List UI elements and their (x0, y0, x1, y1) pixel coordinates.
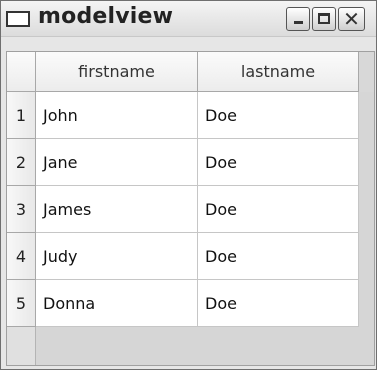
close-icon: ✕ (343, 7, 360, 31)
minimize-icon (294, 21, 303, 24)
cell-lastname[interactable]: Doe (198, 280, 359, 327)
table-row[interactable]: 2 Jane Doe (7, 139, 359, 186)
row-header[interactable]: 2 (7, 139, 36, 186)
cell-firstname[interactable]: James (36, 186, 198, 233)
maximize-button[interactable] (312, 7, 336, 31)
cell-lastname[interactable]: Doe (198, 233, 359, 280)
table-view[interactable]: firstname lastname 1 John Doe 2 Jane Doe… (6, 51, 375, 366)
cell-firstname[interactable]: Jane (36, 139, 198, 186)
column-header-lastname[interactable]: lastname (198, 52, 359, 92)
app-window: modelview ✕ firstname lastname 1 John Do… (0, 0, 377, 370)
row-header[interactable]: 1 (7, 92, 36, 139)
cell-firstname[interactable]: Judy (36, 233, 198, 280)
close-button[interactable]: ✕ (338, 7, 365, 31)
minimize-button[interactable] (286, 7, 310, 31)
row-header[interactable]: 5 (7, 280, 36, 327)
table-row[interactable]: 3 James Doe (7, 186, 359, 233)
cell-lastname[interactable]: Doe (198, 186, 359, 233)
table-row[interactable]: 4 Judy Doe (7, 233, 359, 280)
corner-button[interactable] (7, 52, 36, 92)
table-row[interactable]: 5 Donna Doe (7, 280, 359, 327)
column-header-firstname[interactable]: firstname (36, 52, 198, 92)
cell-lastname[interactable]: Doe (198, 92, 359, 139)
maximize-icon (318, 13, 330, 24)
cell-lastname[interactable]: Doe (198, 139, 359, 186)
cell-firstname[interactable]: Donna (36, 280, 198, 327)
window-title: modelview (38, 4, 174, 29)
cell-firstname[interactable]: John (36, 92, 198, 139)
title-bar[interactable]: modelview ✕ (1, 1, 376, 37)
table-row[interactable]: 1 John Doe (7, 92, 359, 139)
row-header-filler (7, 327, 36, 365)
row-header[interactable]: 3 (7, 186, 36, 233)
horizontal-header: firstname lastname (7, 52, 374, 92)
header-filler (359, 52, 374, 92)
row-header[interactable]: 4 (7, 233, 36, 280)
window-menu-icon[interactable] (6, 11, 30, 27)
